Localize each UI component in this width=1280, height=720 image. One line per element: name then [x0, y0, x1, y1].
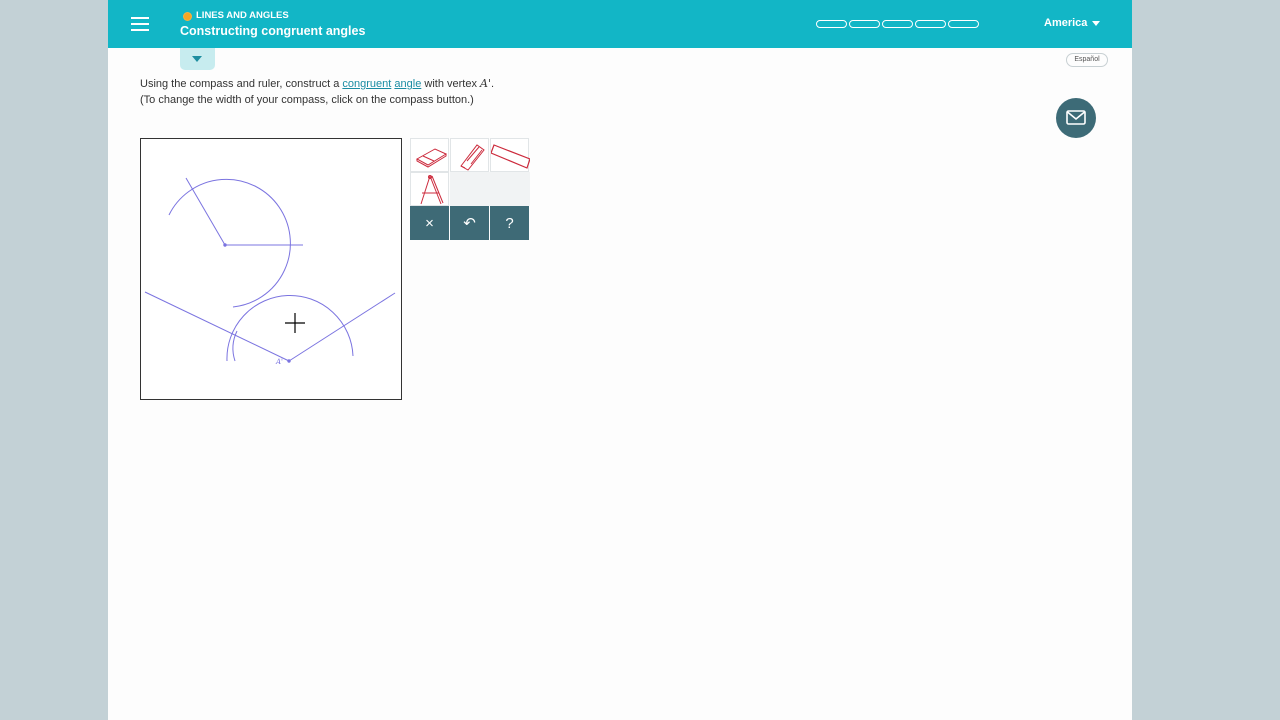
toolbar-empty-slot [450, 172, 530, 206]
progress-segment [948, 20, 979, 28]
eraser-icon [415, 148, 448, 168]
crosshair-cursor-icon [285, 313, 305, 333]
instruction-line-1: Using the compass and ruler, construct a… [140, 76, 494, 92]
language-button[interactable]: Español [1066, 53, 1108, 67]
constructed-ray-2 [288, 292, 396, 362]
a-prime-label: A' [275, 358, 283, 366]
construction-toolbar: × ↶ ? [410, 138, 531, 241]
original-arc [168, 178, 291, 308]
pencil-icon [460, 144, 485, 171]
instruction-text-part: Using the compass and ruler, construct a [140, 78, 343, 90]
constructed-ray-1 [144, 291, 290, 362]
instruction-text-part: with vertex [421, 78, 480, 90]
original-angle-ray-2 [185, 177, 226, 246]
vertex-point [223, 243, 227, 247]
hamburger-menu-icon[interactable] [128, 13, 152, 35]
clear-button[interactable]: × [410, 206, 449, 240]
pencil-tool[interactable] [450, 138, 489, 172]
vertex-label: A' [480, 77, 491, 90]
progress-bar [816, 20, 979, 28]
construction-canvas[interactable]: A' [140, 138, 402, 400]
progress-segment [849, 20, 880, 28]
progress-segment [882, 20, 913, 28]
topic-status-dot [183, 12, 192, 21]
top-bar: LINES AND ANGLES Constructing congruent … [108, 0, 1132, 48]
compass-tool[interactable] [410, 172, 449, 206]
instruction-text: Using the compass and ruler, construct a… [140, 76, 494, 108]
progress-segment [915, 20, 946, 28]
ruler-icon [490, 144, 531, 169]
chevron-down-icon [1092, 20, 1101, 26]
instruction-text-part: . [490, 78, 495, 90]
region-selector[interactable]: America [1044, 17, 1101, 29]
compass-icon [420, 175, 444, 205]
app-frame: LINES AND ANGLES Constructing congruent … [108, 0, 1132, 720]
region-label: America [1044, 17, 1088, 29]
undo-button[interactable]: ↶ [450, 206, 489, 240]
congruent-link[interactable]: congruent [342, 78, 391, 90]
eraser-tool[interactable] [410, 138, 449, 172]
page-title: Constructing congruent angles [180, 24, 366, 38]
angle-link[interactable]: angle [394, 78, 421, 90]
topic-label: LINES AND ANGLES [196, 10, 289, 21]
constructed-arc [226, 295, 354, 362]
instruction-line-2: (To change the width of your compass, cl… [140, 94, 474, 106]
ruler-tool[interactable] [490, 138, 531, 172]
vertex-a-prime-point [287, 359, 291, 363]
details-toggle[interactable] [180, 48, 215, 70]
chevron-down-icon [192, 56, 202, 62]
mail-icon[interactable] [1056, 98, 1096, 138]
help-button[interactable]: ? [490, 206, 529, 240]
progress-segment [816, 20, 847, 28]
